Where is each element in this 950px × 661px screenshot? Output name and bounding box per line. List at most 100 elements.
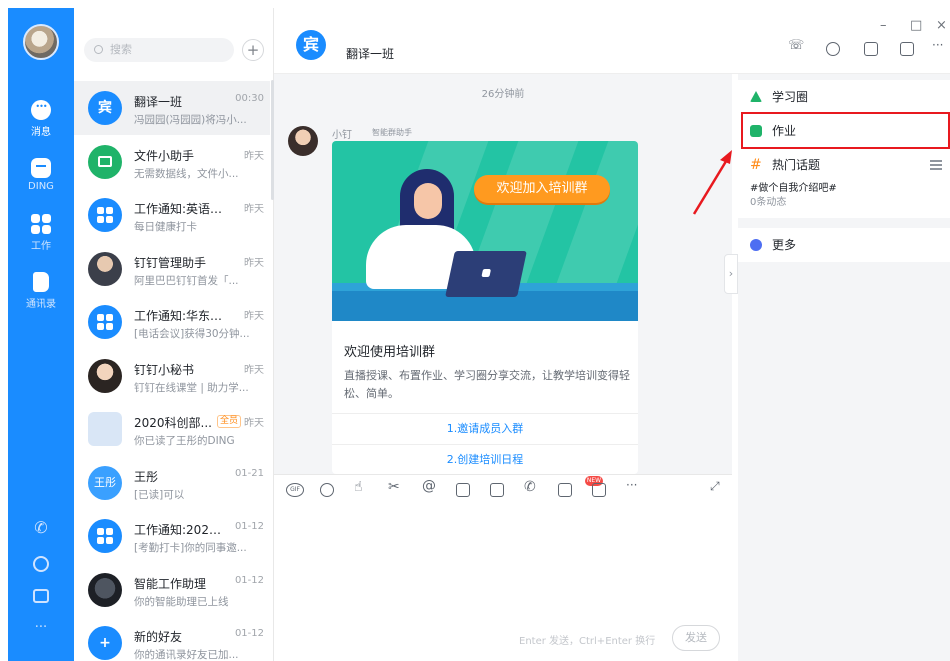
live-icon[interactable] — [900, 42, 914, 56]
conversation-item[interactable]: 工作通知:英语精... 昨天 每日健康打卡 — [74, 188, 270, 242]
conversation-time: 01-12 — [234, 628, 264, 639]
phone-call-icon[interactable]: ✆ — [524, 479, 538, 495]
nav-item-messages[interactable]: 消息 — [8, 100, 74, 138]
conversation-preview: [电话会议]获得30分钟... — [134, 328, 250, 340]
conversation-time: 昨天 — [244, 418, 264, 429]
file-helper-avatar — [88, 144, 122, 179]
close-button[interactable]: × — [936, 18, 947, 33]
search-input[interactable]: 搜索 — [84, 38, 234, 62]
learning-circle-item[interactable]: 学习圈 — [738, 80, 950, 114]
cloud-icon[interactable] — [8, 556, 74, 576]
conversation-time: 01-12 — [234, 521, 264, 532]
invite-members-link[interactable]: 1.邀请成员入群 — [332, 413, 638, 443]
create-schedule-link[interactable]: 2.创建培训日程 — [332, 444, 638, 474]
contacts-icon — [33, 272, 49, 292]
conversation-list: 宾 翻译一班 00:30 冯园园(冯园园)将冯小... 文件小助手 昨天 无需数… — [74, 81, 270, 661]
nav-item-work[interactable]: 工作 — [8, 214, 74, 252]
conversation-item[interactable]: 文件小助手 昨天 无需数据线，文件小... — [74, 135, 270, 189]
group-avatar: 宾 — [88, 91, 122, 125]
message-toolbar: GIF ☝ ✂ @ ✆ NEW ··· ⤢ — [274, 474, 732, 504]
folder-icon[interactable] — [456, 483, 470, 497]
minimize-button[interactable]: – — [880, 18, 887, 33]
expand-panel-button[interactable]: › — [724, 254, 738, 294]
add-button[interactable]: + — [242, 39, 264, 61]
user-avatar[interactable] — [23, 24, 59, 60]
conversation-item[interactable]: 工作通知:2020科... 01-12 [考勤打卡]你的同事邀... — [74, 509, 270, 563]
more-icon — [750, 239, 762, 251]
message-input[interactable]: Enter 发送，Ctrl+Enter 换行 发送 — [274, 504, 732, 661]
more-icon[interactable]: ··· — [626, 478, 644, 492]
send-button[interactable]: 发送 — [672, 625, 720, 651]
mail-icon[interactable] — [592, 483, 606, 497]
card-title: 欢迎使用培训群 — [344, 345, 436, 360]
search-icon — [94, 45, 103, 54]
conversation-preview: 你已读了王彤的DING — [134, 435, 235, 447]
thumbs-up-icon[interactable]: ☝ — [354, 479, 368, 495]
conversation-item[interactable]: 王彤 王彤 01-21 [已读]可以 — [74, 456, 270, 510]
gif-icon[interactable]: GIF — [286, 483, 304, 497]
conversation-preview: 无需数据线，文件小... — [134, 167, 239, 180]
conversation-title: 钉钉小秘书 — [134, 362, 195, 377]
more-item[interactable]: 更多 — [738, 228, 950, 262]
conversation-item[interactable]: 宾 翻译一班 00:30 冯园园(冯园园)将冯小... — [74, 81, 270, 135]
conversation-title: 工作通知:华东师... — [134, 309, 226, 323]
highlight-annotation — [741, 112, 950, 149]
sender-tag: 智能群助手 — [372, 128, 412, 137]
phone-icon[interactable]: ✆ — [8, 518, 74, 537]
folder-icon[interactable] — [864, 42, 878, 56]
conversation-title: 钉钉管理助手 — [134, 255, 207, 270]
nav-item-label: DING — [28, 181, 54, 192]
input-hint: Enter 发送，Ctrl+Enter 换行 — [519, 636, 656, 647]
mention-icon[interactable]: @ — [422, 478, 436, 494]
conversation-item[interactable]: + 新的好友 01-12 你的通讯录好友已加... — [74, 616, 270, 661]
list-menu-icon[interactable] — [930, 160, 942, 170]
conversation-time: 01-21 — [234, 467, 264, 479]
conversation-preview: 阿里巴巴钉钉首发「... — [134, 274, 239, 287]
conversation-title: 翻译一班 — [134, 95, 183, 109]
conversation-item[interactable]: 钉钉管理助手 昨天 阿里巴巴钉钉首发「... — [74, 242, 270, 296]
sender-avatar[interactable] — [288, 126, 318, 156]
conversation-title: 2020科创部... — [134, 416, 212, 430]
grid-icon — [31, 214, 51, 234]
welcome-banner-text: 欢迎加入培训群 — [474, 175, 610, 203]
conversation-time: 昨天 — [244, 364, 264, 376]
chat-message-area: 26分钟前 小钉 智能群助手 欢迎加入培训群 欢迎使用培训群 直播授课、布置作业… — [274, 74, 732, 474]
maximize-button[interactable]: □ — [910, 18, 922, 33]
history-icon[interactable] — [826, 42, 840, 56]
conversation-item[interactable]: 工作通知:华东师... 昨天 [电话会议]获得30分钟... — [74, 295, 270, 349]
left-navigation: 消息 DING 工作 通讯录 ✆ ··· — [8, 8, 74, 661]
sender-name: 小钉 — [332, 130, 352, 141]
topic-title[interactable]: #做个自我介绍吧# — [738, 182, 950, 196]
mail-icon[interactable] — [8, 588, 74, 607]
conversation-item[interactable]: 2020科创部... 全员 昨天 你已读了王彤的DING — [74, 402, 270, 456]
expand-input-icon[interactable]: ⤢ — [710, 479, 724, 493]
hot-topics-item[interactable]: # 热门话题 — [738, 148, 950, 182]
conversation-time: 昨天 — [244, 204, 264, 215]
topic-count: 0条动态 — [750, 197, 787, 208]
scissors-icon[interactable]: ✂ — [388, 479, 402, 495]
tools-block: 学习圈 作业 # 热门话题 #做个自我介绍吧# 0条动态 — [738, 80, 950, 218]
conversation-list-pane: 搜索 + 宾 翻译一班 00:30 冯园园(冯园园)将冯小... 文件小助手 昨… — [74, 8, 274, 661]
work-notice-avatar — [88, 305, 122, 339]
more-icon[interactable]: ··· — [8, 620, 74, 635]
upload-icon[interactable] — [490, 483, 504, 497]
conversation-item[interactable]: 智能工作助理 01-12 你的智能助理已上线 — [74, 563, 270, 617]
emoji-icon[interactable] — [320, 483, 334, 497]
conversation-preview: 钉钉在线课堂 | 助力学... — [134, 381, 249, 394]
announcement-icon[interactable]: ☏ — [788, 38, 804, 53]
conversation-title: 新的好友 — [134, 630, 183, 644]
conversation-title: 王彤 — [134, 469, 159, 484]
conversation-preview: 你的智能助理已上线 — [134, 595, 229, 608]
conversation-title: 工作通知:2020科... — [134, 523, 226, 537]
chat-icon — [31, 100, 51, 120]
conversation-item[interactable]: 钉钉小秘书 昨天 钉钉在线课堂 | 助力学... — [74, 349, 270, 403]
work-notice-avatar — [88, 519, 122, 553]
conversation-preview: [已读]可以 — [134, 488, 185, 501]
nav-item-contacts[interactable]: 通讯录 — [8, 272, 74, 310]
more-options-icon[interactable]: ··· — [932, 38, 946, 52]
contact-avatar: 王彤 — [88, 465, 122, 500]
nav-item-ding[interactable]: DING — [8, 158, 74, 192]
chat-title[interactable]: 翻译一班 — [346, 45, 394, 62]
group-icon: 宾 — [296, 30, 326, 60]
live-class-icon[interactable] — [558, 483, 572, 497]
